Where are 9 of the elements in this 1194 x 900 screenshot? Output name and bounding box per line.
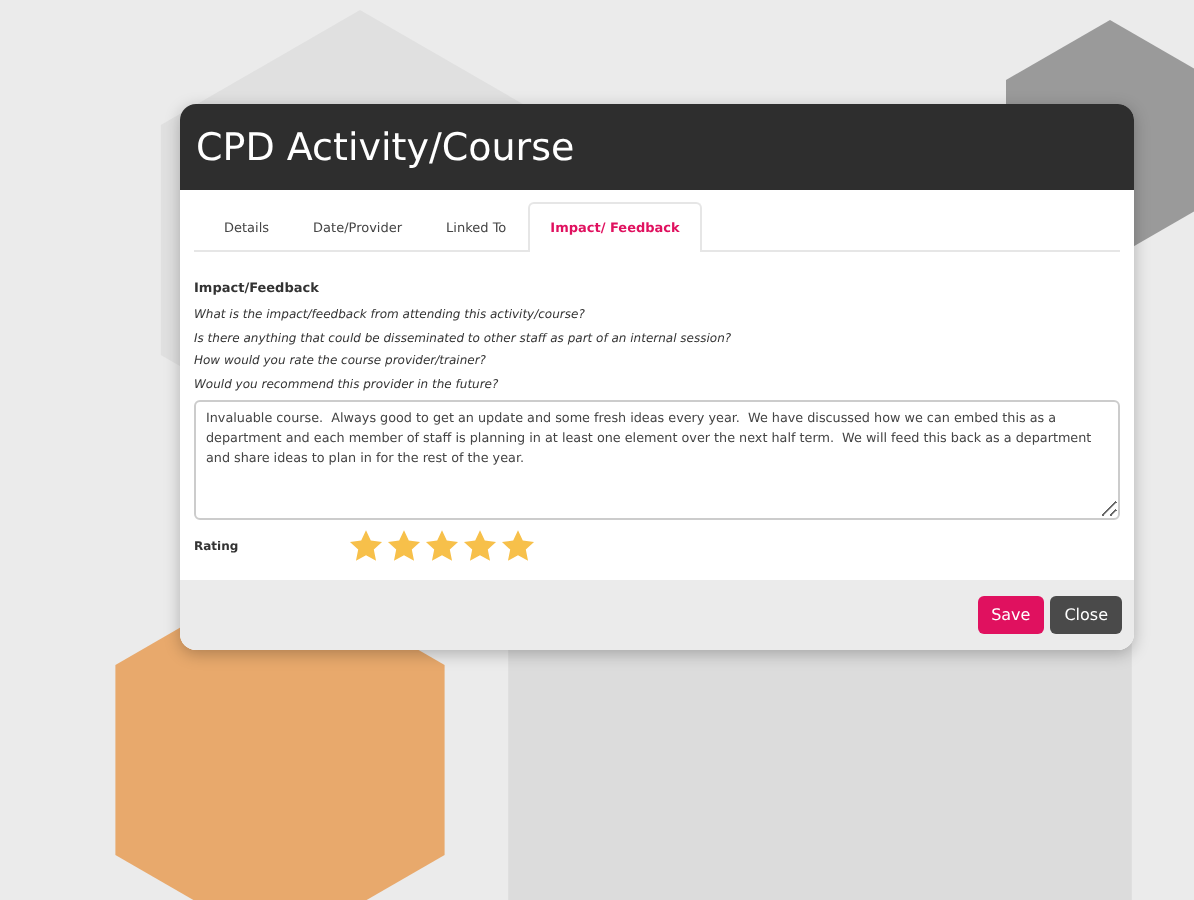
star-icon [462,528,498,564]
save-button[interactable]: Save [977,596,1045,634]
star-rating[interactable] [348,528,536,564]
star-icon [386,528,422,564]
close-button[interactable]: Close [1050,596,1122,634]
dialog-title: CPD Activity/Course [196,125,575,169]
star-icon [500,528,536,564]
star-icon [348,528,384,564]
star-icon [424,528,460,564]
